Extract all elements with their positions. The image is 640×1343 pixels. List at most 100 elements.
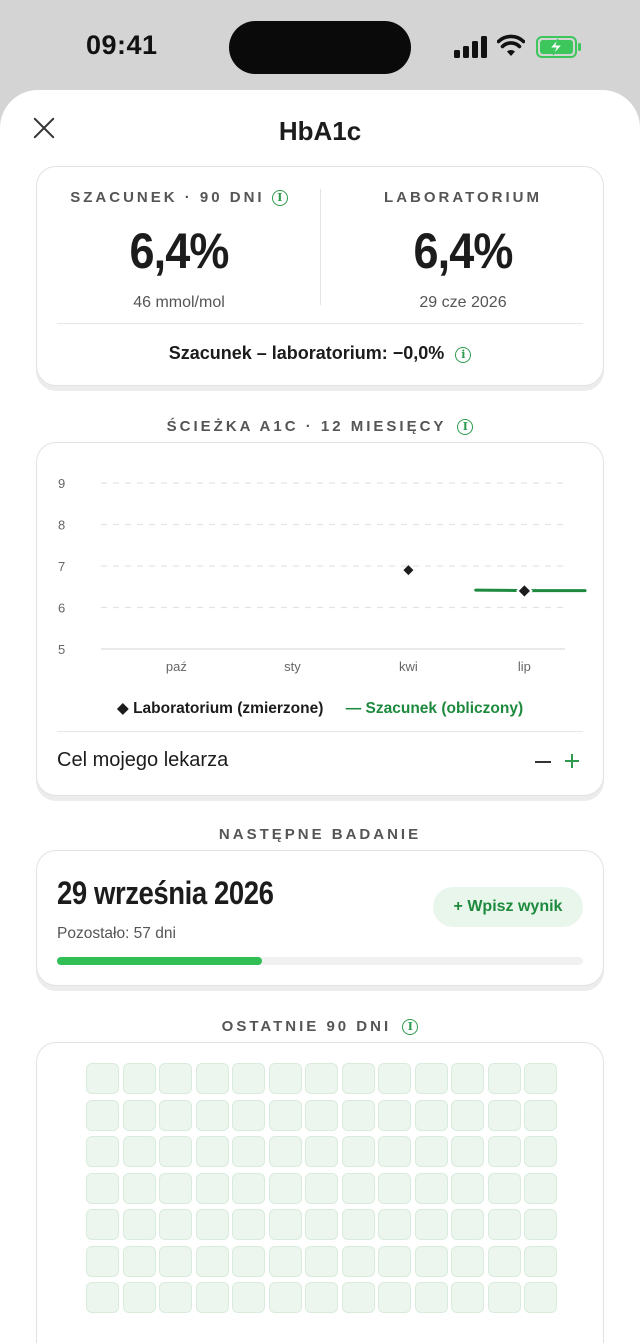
day-cell[interactable]	[524, 1063, 557, 1094]
day-cell[interactable]	[414, 1172, 448, 1204]
day-cell[interactable]	[195, 1282, 229, 1313]
day-cell[interactable]	[487, 1136, 521, 1167]
day-cell[interactable]	[195, 1136, 229, 1167]
day-cell[interactable]	[487, 1282, 521, 1313]
day-cell[interactable]	[378, 1063, 411, 1094]
day-cell[interactable]	[268, 1282, 302, 1313]
day-cell[interactable]	[86, 1209, 119, 1240]
day-cell[interactable]	[268, 1063, 302, 1094]
day-cell[interactable]	[268, 1099, 302, 1131]
day-cell[interactable]	[305, 1282, 338, 1313]
day-cell[interactable]	[305, 1245, 338, 1277]
day-cell[interactable]	[378, 1245, 411, 1277]
day-cell[interactable]	[341, 1209, 375, 1240]
day-cell[interactable]	[195, 1099, 229, 1131]
estimate-label: SZACUNEK · 90 DNI	[70, 189, 265, 206]
day-cell[interactable]	[159, 1099, 192, 1131]
day-cell[interactable]	[159, 1282, 192, 1313]
day-cell[interactable]	[122, 1245, 156, 1277]
info-icon[interactable]: i	[271, 190, 288, 206]
day-cell[interactable]	[487, 1209, 521, 1240]
day-cell[interactable]	[195, 1063, 229, 1094]
day-cell[interactable]	[451, 1245, 484, 1277]
day-cell[interactable]	[232, 1136, 265, 1167]
day-cell[interactable]	[451, 1209, 484, 1240]
day-cell[interactable]	[159, 1245, 192, 1277]
day-cell[interactable]	[232, 1172, 265, 1204]
day-cell[interactable]	[378, 1282, 411, 1313]
day-cell[interactable]	[378, 1209, 411, 1240]
day-cell[interactable]	[232, 1282, 265, 1313]
day-cell[interactable]	[524, 1099, 557, 1131]
day-cell[interactable]	[122, 1136, 156, 1167]
day-cell[interactable]	[305, 1172, 338, 1204]
day-cell[interactable]	[341, 1136, 375, 1167]
day-cell[interactable]	[378, 1172, 411, 1204]
day-cell[interactable]	[268, 1245, 302, 1277]
day-cell[interactable]	[195, 1172, 229, 1204]
day-cell[interactable]	[268, 1209, 302, 1240]
day-cell[interactable]	[232, 1099, 265, 1131]
day-cell[interactable]	[195, 1209, 229, 1240]
day-cell[interactable]	[524, 1282, 557, 1313]
info-icon[interactable]: i	[402, 1019, 419, 1035]
day-cell[interactable]	[414, 1209, 448, 1240]
day-cell[interactable]	[414, 1099, 448, 1131]
day-cell[interactable]	[122, 1172, 156, 1204]
y-tick-label: 9	[58, 476, 65, 491]
day-cell[interactable]	[159, 1209, 192, 1240]
day-cell[interactable]	[451, 1172, 484, 1204]
day-cell[interactable]	[524, 1172, 557, 1204]
day-cell[interactable]	[195, 1245, 229, 1277]
day-cell[interactable]	[378, 1099, 411, 1131]
day-cell[interactable]	[487, 1245, 521, 1277]
day-cell[interactable]	[414, 1282, 448, 1313]
day-cell[interactable]	[378, 1136, 411, 1167]
day-cell[interactable]	[414, 1136, 448, 1167]
info-icon[interactable]: i	[457, 419, 474, 435]
day-cell[interactable]	[268, 1136, 302, 1167]
day-cell[interactable]	[451, 1063, 484, 1094]
day-cell[interactable]	[341, 1063, 375, 1094]
day-cell[interactable]	[305, 1099, 338, 1131]
day-cell[interactable]	[86, 1282, 119, 1313]
day-cell[interactable]	[487, 1063, 521, 1094]
day-cell[interactable]	[305, 1063, 338, 1094]
day-cell[interactable]	[122, 1099, 156, 1131]
day-cell[interactable]	[122, 1282, 156, 1313]
day-cell[interactable]	[232, 1209, 265, 1240]
day-cell[interactable]	[268, 1172, 302, 1204]
day-cell[interactable]	[341, 1172, 375, 1204]
minus-icon[interactable]	[535, 761, 551, 763]
day-cell[interactable]	[159, 1063, 192, 1094]
info-icon[interactable]: i	[455, 347, 472, 363]
day-cell[interactable]	[524, 1209, 557, 1240]
day-cell[interactable]	[341, 1099, 375, 1131]
day-cell[interactable]	[524, 1245, 557, 1277]
day-cell[interactable]	[414, 1245, 448, 1277]
day-cell[interactable]	[451, 1282, 484, 1313]
day-cell[interactable]	[86, 1245, 119, 1277]
day-cell[interactable]	[414, 1063, 448, 1094]
day-cell[interactable]	[451, 1136, 484, 1167]
day-cell[interactable]	[487, 1172, 521, 1204]
enter-result-button[interactable]: + Wpisz wynik	[433, 887, 583, 927]
day-cell[interactable]	[86, 1063, 119, 1094]
day-cell[interactable]	[487, 1099, 521, 1131]
plus-icon[interactable]	[565, 752, 579, 770]
day-cell[interactable]	[305, 1209, 338, 1240]
day-cell[interactable]	[341, 1245, 375, 1277]
day-cell[interactable]	[159, 1172, 192, 1204]
day-cell[interactable]	[341, 1282, 375, 1313]
day-cell[interactable]	[451, 1099, 484, 1131]
day-cell[interactable]	[305, 1136, 338, 1167]
day-cell[interactable]	[524, 1136, 557, 1167]
day-cell[interactable]	[159, 1136, 192, 1167]
day-cell[interactable]	[86, 1172, 119, 1204]
day-cell[interactable]	[86, 1136, 119, 1167]
day-cell[interactable]	[86, 1099, 119, 1131]
day-cell[interactable]	[232, 1245, 265, 1277]
day-cell[interactable]	[122, 1209, 156, 1240]
day-cell[interactable]	[122, 1063, 156, 1094]
day-cell[interactable]	[232, 1063, 265, 1094]
